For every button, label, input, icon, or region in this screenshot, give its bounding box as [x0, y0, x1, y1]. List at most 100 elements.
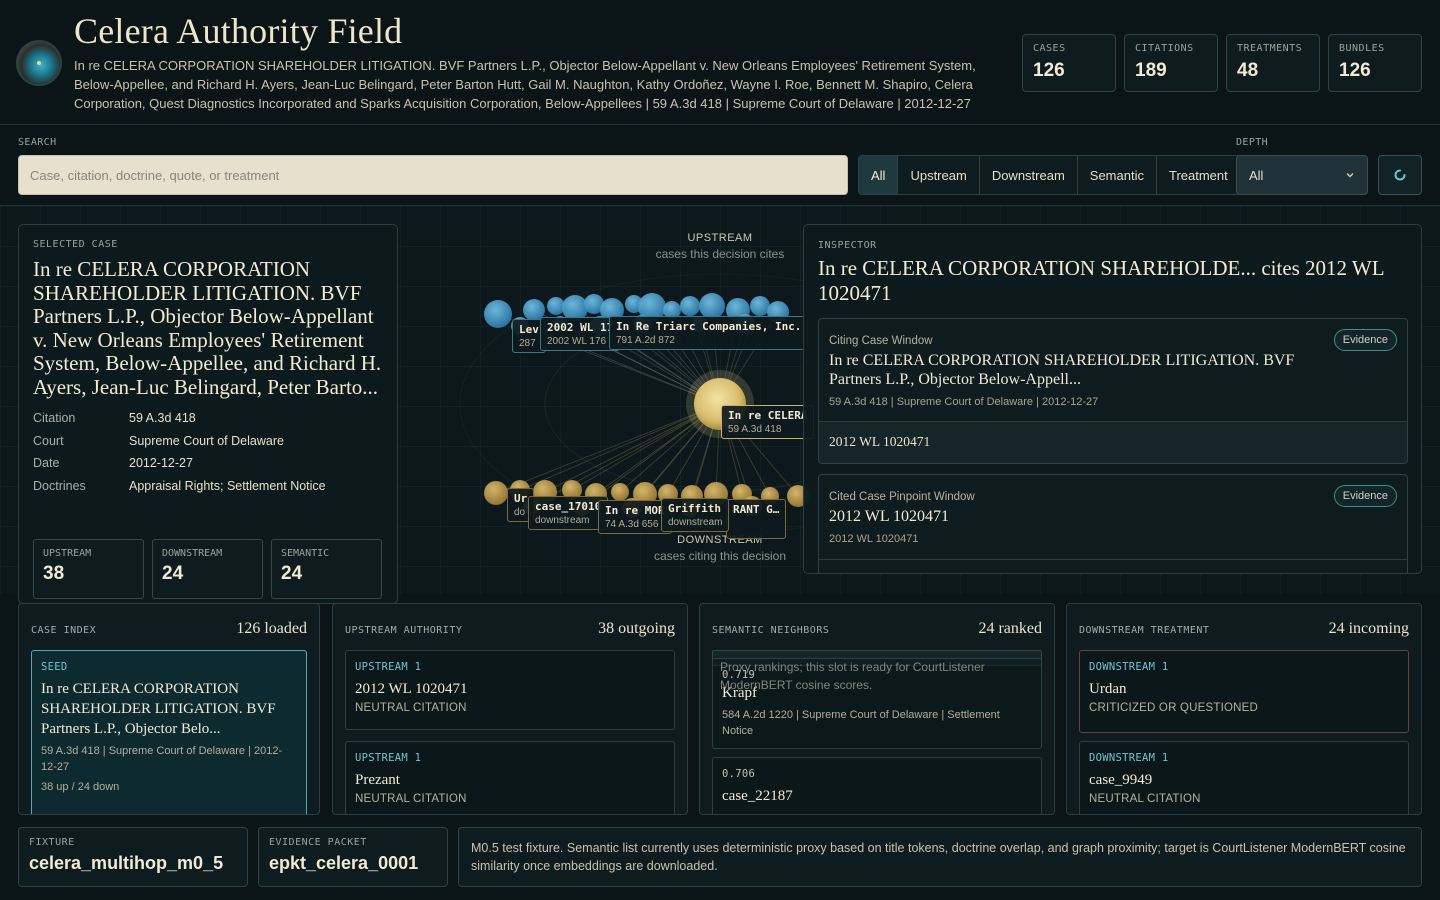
filter-treatment-button[interactable]: Treatment — [1157, 156, 1240, 194]
list-item[interactable]: SEED In re CELERA CORPORATION SHAREHOLDE… — [31, 650, 307, 814]
divider — [819, 559, 1407, 560]
item-title: In re CELERA CORPORATION SHAREHOLDER LIT… — [41, 681, 276, 737]
field-row: Citation 59 A.3d 418 — [33, 411, 383, 425]
node-label-name: Ur — [514, 492, 528, 505]
stat-label: CITATIONS — [1135, 43, 1194, 54]
pinpoint-text: 2012 WL 1020471 — [829, 434, 931, 449]
column-count: 24 incoming — [1328, 620, 1409, 637]
item-title: 2012 WL 1020471 — [355, 681, 468, 697]
column-label: UPSTREAM AUTHORITY — [345, 625, 463, 636]
stat-value: 48 — [1237, 60, 1259, 81]
list-item[interactable]: DOWNSTREAM 1 case_9949 NEUTRAL CITATION — [1079, 741, 1409, 814]
field-row: Doctrines Appraisal Rights; Settlement No… — [33, 479, 383, 493]
treatment-tag: NEUTRAL CITATION — [1089, 793, 1201, 805]
refresh-icon — [1394, 169, 1406, 181]
field-key: Court — [33, 434, 64, 448]
item-title: case_22187 — [722, 788, 793, 804]
upstream-authority-panel: UPSTREAM AUTHORITY 38 outgoing UPSTREAM … — [332, 603, 688, 815]
node-label-cite: 287 — [519, 338, 536, 349]
window-meta: 59 A.3d 418 | Supreme Court of Delaware … — [829, 396, 1099, 408]
treatment-tag: NEUTRAL CITATION — [355, 702, 467, 714]
node-label[interactable]: In Re Triarc Companies, Inc. 791 A.2d 87… — [609, 316, 809, 350]
item-kind: UPSTREAM 1 — [355, 661, 422, 673]
count-label: DOWNSTREAM — [162, 548, 223, 559]
window-title: 2012 WL 1020471 — [829, 508, 949, 525]
downstream-node[interactable] — [611, 483, 629, 501]
column-header: CASE INDEX 126 loaded — [31, 620, 307, 638]
upstream-caption: UPSTREAM cases this decision cites — [620, 232, 820, 261]
treatment-tag: NEUTRAL CITATION — [355, 793, 467, 805]
semantic-neighbors-panel: SEMANTIC NEIGHBORS 24 ranked 0.719 Krapf… — [699, 603, 1055, 815]
field-key: Citation — [33, 411, 76, 425]
column-header: UPSTREAM AUTHORITY 38 outgoing — [345, 620, 675, 638]
selected-case-title: In re CELERA CORPORATION SHAREHOLDER LIT… — [33, 257, 382, 399]
node-label-name: In re MOR — [605, 504, 665, 517]
list-item[interactable]: 0.706 case_22187 — [712, 757, 1042, 814]
filter-semantic-button[interactable]: Semantic — [1078, 156, 1157, 194]
filter-downstream-button[interactable]: Downstream — [980, 156, 1078, 194]
panel-label: INSPECTOR — [818, 240, 877, 251]
citation-edge — [495, 403, 721, 494]
list-item[interactable]: DOWNSTREAM 1 Urdan CRITICIZED OR QUESTIO… — [1079, 650, 1409, 733]
column-label: CASE INDEX — [31, 625, 97, 636]
count-value: 24 — [162, 563, 184, 584]
downstream-caption-title: DOWNSTREAM — [677, 534, 763, 546]
upstream-node[interactable] — [750, 296, 770, 316]
citing-case-window: Citing Case Window In re CELERA CORPORAT… — [818, 318, 1408, 464]
filter-all-button[interactable]: All — [859, 156, 899, 194]
field-key: Doctrines — [33, 479, 86, 493]
window-caption: Citing Case Window — [829, 335, 933, 347]
panel-label: SELECTED CASE — [33, 239, 118, 250]
item-title: Urdan — [1089, 681, 1127, 697]
node-label-name: In Re Triarc Companies, Inc. — [616, 320, 802, 333]
fixture-label: FIXTURE — [29, 837, 75, 848]
semantic-note: Proxy rankings; this slot is ready for C… — [720, 660, 985, 692]
column-count: 24 ranked — [978, 620, 1042, 637]
node-label-name: Lev — [519, 323, 539, 336]
orb-logo-icon — [18, 42, 60, 84]
node-label[interactable]: RANT G… — [726, 499, 787, 539]
count-card-downstream: DOWNSTREAM 24 — [152, 539, 263, 599]
citing-pinpoint: 2012 WL 1020471 — [819, 421, 1407, 463]
node-label[interactable]: Griffith downstream — [661, 498, 730, 532]
app-header: Celera Authority Field In re CELERA CORP… — [0, 0, 1440, 125]
search-input[interactable] — [18, 155, 848, 195]
node-label-cite: 74 A.3d 656 — [605, 519, 659, 530]
filter-upstream-button[interactable]: Upstream — [898, 156, 980, 194]
inspector-title: In re CELERA CORPORATION SHAREHOLDE... c… — [818, 256, 1384, 305]
upstream-node[interactable] — [484, 300, 512, 328]
similarity-score: 0.706 — [722, 768, 756, 780]
node-label[interactable]: case_17010 downstream — [528, 496, 609, 530]
list-item[interactable]: UPSTREAM 1 2012 WL 1020471 NEUTRAL CITAT… — [345, 650, 675, 730]
downstream-caption: DOWNSTREAM cases citing this decision — [620, 534, 820, 563]
seed-node-label[interactable]: In re CELERA 59 A.3d 418 — [721, 405, 815, 439]
node-label-name: RANT G… — [733, 503, 780, 516]
list-item[interactable]: UPSTREAM 1 Prezant NEUTRAL CITATION — [345, 741, 675, 814]
depth-select[interactable]: All — [1236, 155, 1368, 195]
node-label-name: In re CELERA — [728, 409, 808, 422]
app-title: Celera Authority Field — [74, 11, 403, 51]
treatment-tag: CRITICIZED OR QUESTIONED — [1089, 702, 1259, 714]
evidence-packet-value: epkt_celera_0001 — [269, 853, 419, 873]
fixture-card: FIXTURE celera_multihop_m0_5 — [18, 827, 248, 887]
node-label-cite: downstream — [535, 515, 590, 526]
field-value: 2012-12-27 — [129, 456, 193, 470]
refresh-button[interactable] — [1378, 155, 1422, 195]
evidence-button[interactable]: Evidence — [1333, 329, 1397, 351]
downstream-node[interactable] — [484, 481, 508, 505]
stat-label: CASES — [1033, 43, 1066, 54]
search-label: SEARCH — [18, 137, 57, 148]
field-value: Appraisal Rights; Settlement Notice — [129, 479, 326, 493]
downstream-caption-subtitle: cases citing this decision — [653, 549, 787, 563]
item-kind: SEED — [41, 661, 68, 673]
item-kind: DOWNSTREAM 1 — [1089, 752, 1169, 764]
column-label: DOWNSTREAM TREATMENT — [1079, 625, 1210, 636]
field-row: Date 2012-12-27 — [33, 456, 383, 470]
upstream-node[interactable] — [680, 296, 700, 316]
field-value: 59 A.3d 418 — [129, 411, 196, 425]
item-kind: DOWNSTREAM 1 — [1089, 661, 1169, 673]
item-meta: 584 A.2d 1220 | Supreme Court of Delawar… — [722, 709, 1000, 737]
evidence-packet-card: EVIDENCE PACKET epkt_celera_0001 — [258, 827, 448, 887]
evidence-button[interactable]: Evidence — [1333, 485, 1397, 507]
column-count: 126 loaded — [236, 620, 307, 637]
